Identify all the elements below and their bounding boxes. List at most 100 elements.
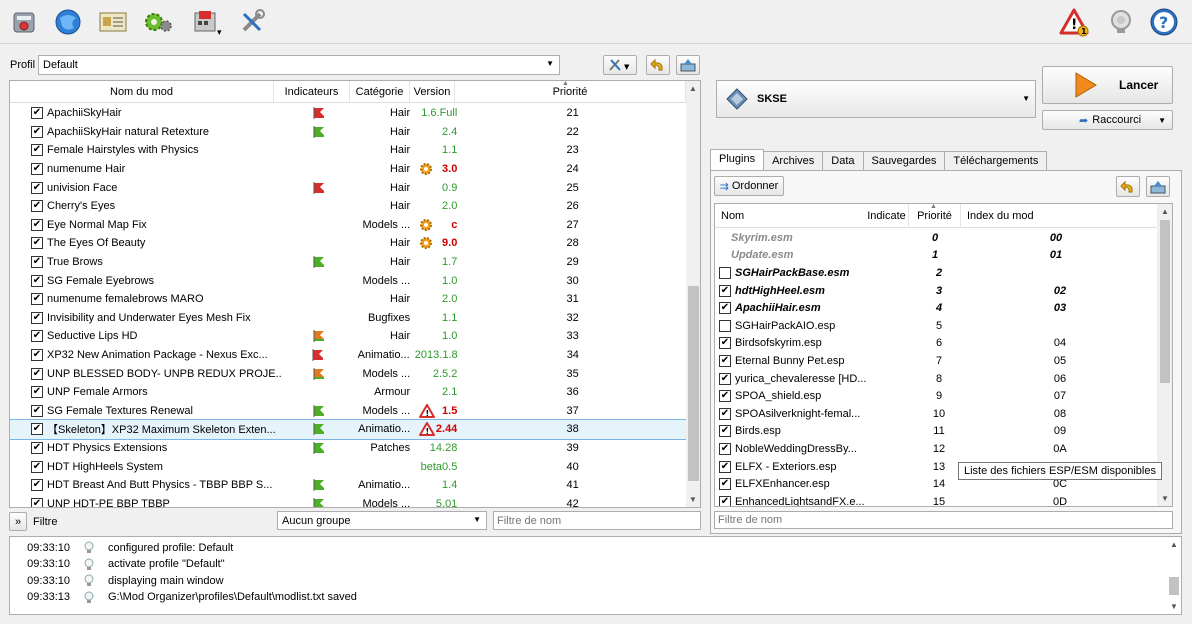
plugins-undo-button[interactable] [1116,176,1140,197]
mod-row[interactable]: ✔ numenume Hair Hair 3.0 24 [10,160,686,179]
mod-enabled-checkbox[interactable]: ✔ [31,497,43,507]
mod-enabled-checkbox[interactable]: ✔ [31,181,43,194]
mod-row[interactable]: ✔ HDT Physics Extensions Patches 14.28 39 [10,439,686,458]
column-header-version[interactable]: Version [410,81,455,103]
mod-row[interactable]: ✔ UNP BLESSED BODY- UNPB REDUX PROJE... Mo… [10,364,686,383]
plugin-row[interactable]: ✔ Birdsofskyrim.esp 6 04 [715,335,1157,353]
mod-enabled-checkbox[interactable]: ✔ [31,311,43,324]
plugin-row[interactable]: ✔ Eternal Bunny Pet.esp 7 05 [715,352,1157,370]
mod-row[interactable]: ✔ numenume femalebrows MARO Hair 2.0 31 [10,290,686,309]
plugin-row[interactable]: Skyrim.esm 0 00 [715,229,1157,247]
plugin-enabled-checkbox[interactable]: ✔ [719,302,731,315]
mod-row[interactable]: ✔ UNP HDT-PE BBP TBBP Models ... 5.01 42 [10,495,686,507]
backup-button[interactable] [676,55,700,75]
mod-list-scrollbar[interactable]: ▲ ▼ [686,81,700,507]
column-header-plugin-flags[interactable]: Indicate [865,204,909,228]
executables-icon[interactable]: ▾ [191,6,223,38]
warning-icon[interactable]: ! 1 [1058,6,1090,38]
plugin-name-filter-input[interactable] [714,511,1173,529]
mod-enabled-checkbox[interactable]: ✔ [31,349,43,362]
column-header-name[interactable]: Nom du mod [10,81,274,103]
mod-enabled-checkbox[interactable]: ✔ [31,479,43,492]
mod-row[interactable]: ✔ univision Face Hair 0.9 25 [10,178,686,197]
tab-archives[interactable]: Archives [763,151,824,171]
nexus-globe-icon[interactable] [52,6,84,38]
group-select[interactable]: Aucun groupe ▼ [277,511,487,530]
plugin-enabled-checkbox[interactable] [719,319,731,332]
mod-enabled-checkbox[interactable]: ✔ [31,386,43,399]
mod-row[interactable]: ✔ Seductive Lips HD Hair 1.0 33 [10,327,686,346]
mod-enabled-checkbox[interactable]: ✔ [31,293,43,306]
plugins-backup-button[interactable] [1146,176,1170,197]
mod-enabled-checkbox[interactable]: ✔ [31,423,43,436]
help-icon[interactable]: ? [1148,6,1180,38]
plugin-enabled-checkbox[interactable]: ✔ [719,407,731,420]
mod-row[interactable]: ✔ HDT Breast And Butt Physics - TBBP BBP … [10,476,686,495]
column-header-plugin-name[interactable]: Nom [715,204,865,228]
scrollbar-thumb[interactable] [688,286,699,481]
mod-enabled-checkbox[interactable]: ✔ [31,330,43,343]
filter-toggle-button[interactable]: » [9,512,27,531]
plugin-enabled-checkbox[interactable]: ✔ [719,354,731,367]
mod-enabled-checkbox[interactable]: ✔ [31,274,43,287]
plugin-enabled-checkbox[interactable]: ✔ [719,442,731,455]
mod-enabled-checkbox[interactable]: ✔ [31,367,43,380]
log-scrollbar[interactable]: ▲ ▼ [1166,537,1181,614]
tab-downloads[interactable]: Téléchargements [944,151,1048,171]
plugin-row[interactable]: SGHairPackBase.esm 2 [715,264,1157,282]
mod-list[interactable]: Nom du mod Indicateurs Catégorie Version… [9,80,701,508]
mod-row[interactable]: ✔ SG Female Textures Renewal Models ...! 1.… [10,402,686,421]
column-header-flags[interactable]: Indicateurs [274,81,350,103]
mod-enabled-checkbox[interactable]: ✔ [31,404,43,417]
plugin-enabled-checkbox[interactable]: ✔ [719,284,731,297]
column-header-category[interactable]: Catégorie [350,81,410,103]
plugin-enabled-checkbox[interactable]: ✔ [719,390,731,403]
mod-row[interactable]: ✔ XP32 New Animation Package - Nexus Exc.… [10,346,686,365]
column-header-plugin-priority[interactable]: Priorité ▲ [909,204,961,228]
mod-enabled-checkbox[interactable]: ✔ [31,256,43,269]
plugin-enabled-checkbox[interactable]: ✔ [719,337,731,350]
mod-name-filter-input[interactable] [493,511,701,530]
column-header-mod-index[interactable]: Index du mod [961,204,1157,228]
mod-enabled-checkbox[interactable]: ✔ [31,163,43,176]
mod-row[interactable]: ✔ True Brows Hair 1.7 29 [10,253,686,272]
plugin-enabled-checkbox[interactable]: ✔ [719,425,731,438]
plugin-row[interactable]: ✔ SPOAsilverknight-femal... 10 08 [715,405,1157,423]
mod-row[interactable]: ✔ Invisibility and Underwater Eyes Mesh F… [10,309,686,328]
mod-enabled-checkbox[interactable]: ✔ [31,144,43,157]
plugin-enabled-checkbox[interactable]: ✔ [719,495,731,506]
plugin-enabled-checkbox[interactable] [719,266,731,279]
column-header-priority[interactable]: Priorité ▲ [455,81,686,103]
endorse-icon[interactable] [1105,6,1137,38]
plugin-row[interactable]: ✔ Birds.esp 11 09 [715,423,1157,441]
sort-plugins-button[interactable]: ⇉ Ordonner [714,176,784,196]
mod-enabled-checkbox[interactable]: ✔ [31,218,43,231]
mod-row[interactable]: ✔ ApachiiSkyHair Hair 1.6.Full 21 [10,104,686,123]
profile-tools-button[interactable]: ▼ [603,55,637,75]
plugin-row[interactable]: ✔ SPOA_shield.esp 9 07 [715,387,1157,405]
mod-row[interactable]: ✔ ApachiiSkyHair natural Retexture Hair 2.4… [10,123,686,142]
plugin-row[interactable]: Update.esm 1 01 [715,247,1157,265]
mod-row[interactable]: ✔ HDT HighHeels System beta0.5 40 [10,457,686,476]
mod-enabled-checkbox[interactable]: ✔ [31,237,43,250]
mod-row[interactable]: ✔ Female Hairstyles with Physics Hair 1.1 23 [10,141,686,160]
plugin-enabled-checkbox[interactable]: ✔ [719,460,731,473]
profile-select[interactable]: Default ▼ [38,55,560,75]
shortcut-button[interactable]: ➦ Raccourci ▼ [1042,110,1173,130]
mod-enabled-checkbox[interactable]: ✔ [31,442,43,455]
plugin-list-scrollbar[interactable]: ▲ ▼ [1157,204,1172,506]
mod-enabled-checkbox[interactable]: ✔ [31,200,43,213]
ini-editor-icon[interactable] [97,6,129,38]
mod-enabled-checkbox[interactable]: ✔ [31,460,43,473]
instance-icon[interactable] [8,6,40,38]
undo-button[interactable] [646,55,670,75]
mod-row[interactable]: ✔ UNP Female Armors Armour 2.1 36 [10,383,686,402]
mod-row[interactable]: ✔ SG Female Eyebrows Models ... 1.0 30 [10,271,686,290]
plugin-row[interactable]: SGHairPackAIO.esp 5 [715,317,1157,335]
plugin-row[interactable]: ✔ ApachiiHair.esm 4 03 [715,299,1157,317]
scrollbar-thumb[interactable] [1169,577,1179,595]
mod-row[interactable]: ✔ The Eyes Of Beauty Hair 9.0 28 [10,234,686,253]
scrollbar-thumb[interactable] [1160,220,1170,383]
plugin-row[interactable]: ✔ EnhancedLightsandFX.e... 15 0D [715,493,1157,506]
tools-gears-icon[interactable] [142,6,174,38]
